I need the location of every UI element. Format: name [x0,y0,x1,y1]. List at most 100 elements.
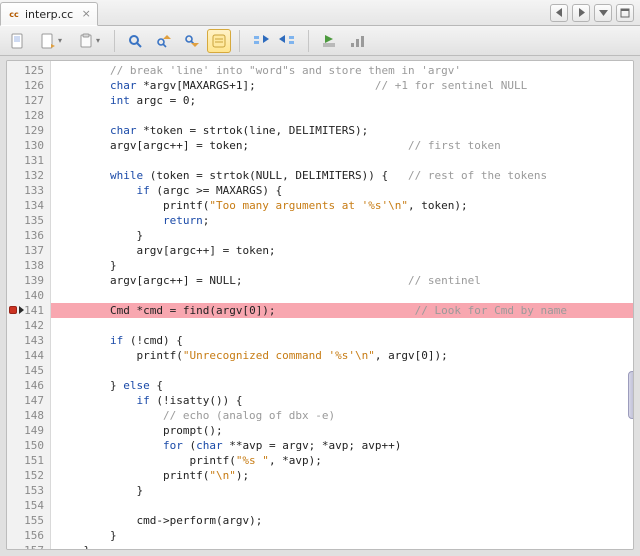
highlight-toggle-button[interactable] [207,29,231,53]
tab-scroll-left-button[interactable] [550,4,568,22]
line-number[interactable]: 136 [7,228,44,243]
line-number[interactable]: 129 [7,123,44,138]
step-forward-button[interactable] [276,29,300,53]
line-number[interactable]: 126 [7,78,44,93]
code-line[interactable] [51,498,633,513]
code-line[interactable]: if (!cmd) { [51,333,633,348]
square-icon [620,8,630,18]
code-line[interactable] [51,108,633,123]
find-button[interactable] [123,29,147,53]
code-line[interactable]: printf("%s ", *avp); [51,453,633,468]
source-button[interactable] [6,29,30,53]
code-line[interactable]: if (argc >= MAXARGS) { [51,183,633,198]
line-number[interactable]: 132 [7,168,44,183]
code-line[interactable]: char *argv[MAXARGS+1]; // +1 for sentine… [51,78,633,93]
line-number[interactable]: 135 [7,213,44,228]
line-number[interactable]: 147 [7,393,44,408]
highlight-icon [211,33,227,49]
find-next-button[interactable] [179,29,203,53]
line-number[interactable]: 151 [7,453,44,468]
line-number[interactable]: 131 [7,153,44,168]
line-number[interactable]: 150 [7,438,44,453]
tabbar-spacer [98,0,550,25]
code-line[interactable]: while (token = strtok(NULL, DELIMITERS))… [51,168,633,183]
code-line[interactable]: argv[argc++] = NULL; // sentinel [51,273,633,288]
line-number[interactable]: 139 [7,273,44,288]
step-back-button[interactable] [248,29,272,53]
file-tab-bar: cc interp.cc × [0,0,640,26]
code-line[interactable]: } [51,543,633,550]
tabbar-nav-group [550,0,640,25]
close-icon[interactable]: × [81,9,91,19]
line-number[interactable]: 157 [7,543,44,550]
line-number[interactable]: 152 [7,468,44,483]
tab-list-dropdown-button[interactable] [594,4,612,22]
line-number-gutter[interactable]: 1251261271281291301311321331341351361371… [7,61,51,549]
code-line[interactable]: int argc = 0; [51,93,633,108]
code-line[interactable]: } [51,528,633,543]
line-number[interactable]: 128 [7,108,44,123]
line-number[interactable]: 146 [7,378,44,393]
code-line[interactable] [51,153,633,168]
line-number[interactable]: 149 [7,423,44,438]
code-line[interactable]: cmd->perform(argv); [51,513,633,528]
chevron-down-icon: ▾ [96,36,100,45]
breakpoint-icon[interactable] [9,306,17,314]
code-line[interactable]: // break 'line' into "word"s and store t… [51,63,633,78]
line-number[interactable]: 155 [7,513,44,528]
code-line[interactable] [51,363,633,378]
line-number[interactable]: 134 [7,198,44,213]
find-prev-button[interactable] [151,29,175,53]
code-line[interactable]: argv[argc++] = token; [51,243,633,258]
code-line[interactable]: return; [51,213,633,228]
filetype-badge-icon: cc [7,7,21,21]
code-line[interactable] [51,318,633,333]
line-number[interactable]: 137 [7,243,44,258]
line-number[interactable]: 130 [7,138,44,153]
code-line[interactable]: printf("\n"); [51,468,633,483]
code-line[interactable]: } [51,228,633,243]
tab-scroll-right-button[interactable] [572,4,590,22]
line-number[interactable]: 145 [7,363,44,378]
code-line[interactable]: printf("Too many arguments at '%s'\n", t… [51,198,633,213]
profile-button[interactable] [345,29,369,53]
triangle-down-icon [599,9,608,16]
code-line[interactable]: } [51,483,633,498]
tab-interp-cc[interactable]: cc interp.cc × [0,2,98,26]
line-number[interactable]: 144 [7,348,44,363]
sheet-back-icon [40,33,56,49]
program-counter-icon [19,306,24,314]
code-line[interactable]: // echo (analog of dbx -e) [51,408,633,423]
line-number[interactable]: 140 [7,288,44,303]
line-number[interactable]: 133 [7,183,44,198]
code-line-current[interactable]: Cmd *cmd = find(argv[0]); // Look for Cm… [51,303,633,318]
line-number[interactable]: 156 [7,528,44,543]
code-editor[interactable]: 1251261271281291301311321331341351361371… [6,60,634,550]
maximize-toggle-button[interactable] [616,4,634,22]
code-line[interactable]: prompt(); [51,423,633,438]
line-number[interactable]: 153 [7,483,44,498]
clip-dropdown-button[interactable]: ▾ [72,29,106,53]
code-line[interactable]: } [51,258,633,273]
code-line[interactable]: argv[argc++] = token; // first token [51,138,633,153]
run-button[interactable] [317,29,341,53]
code-line[interactable]: } else { [51,378,633,393]
code-line[interactable] [51,288,633,303]
search-up-icon [155,33,171,49]
code-line[interactable]: printf("Unrecognized command '%s'\n", ar… [51,348,633,363]
code-line[interactable]: if (!isatty()) { [51,393,633,408]
sheet-icon [10,33,26,49]
bars-icon [349,33,365,49]
editor-toolbar: ▾ ▾ [0,26,640,56]
code-line[interactable]: for (char **avp = argv; *avp; avp++) [51,438,633,453]
line-number[interactable]: 142 [7,318,44,333]
code-line[interactable]: char *token = strtok(line, DELIMITERS); [51,123,633,138]
line-number[interactable]: 143 [7,333,44,348]
line-number[interactable]: 138 [7,258,44,273]
line-number[interactable]: 127 [7,93,44,108]
line-number[interactable]: 148 [7,408,44,423]
line-number[interactable]: 125 [7,63,44,78]
code-area[interactable]: // break 'line' into "word"s and store t… [51,61,633,549]
history-dropdown-button[interactable]: ▾ [34,29,68,53]
line-number[interactable]: 154 [7,498,44,513]
